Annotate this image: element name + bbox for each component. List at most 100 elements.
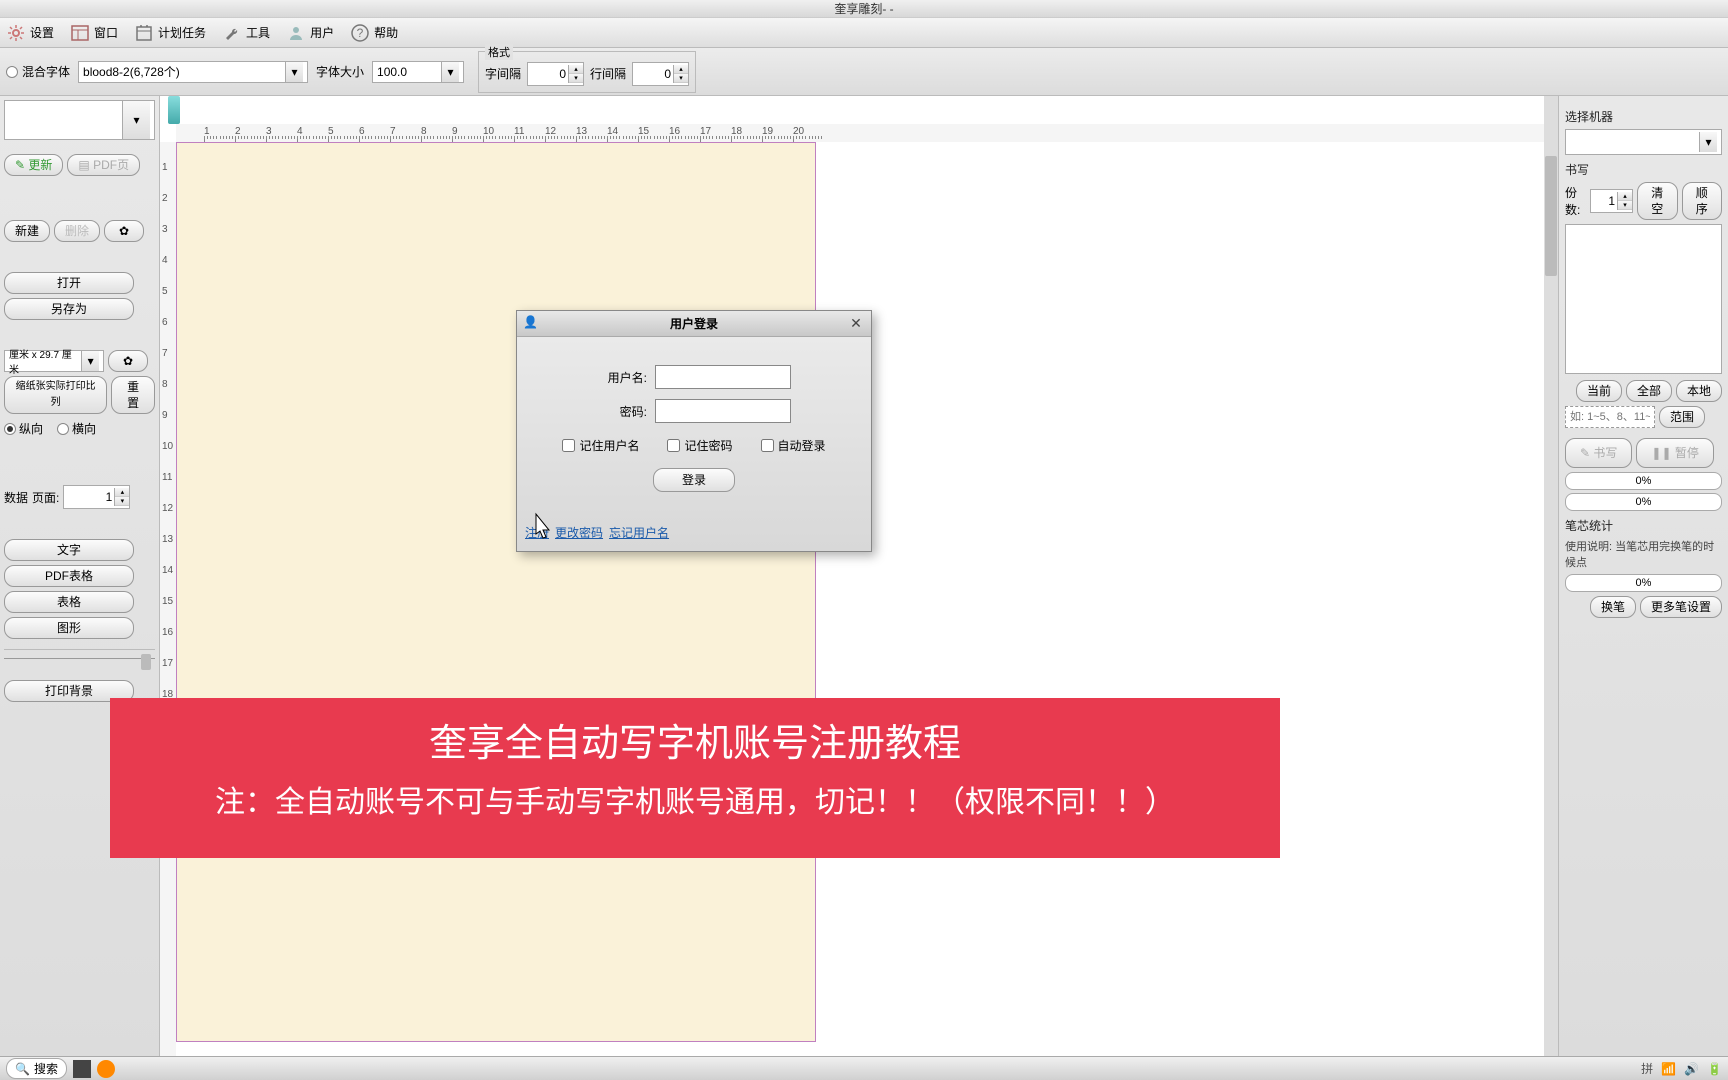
line-space-input[interactable] [633,63,673,85]
login-button[interactable]: 登录 [653,468,735,492]
taskbar-app-icon[interactable] [73,1060,91,1078]
left-top-combo[interactable]: ▾ [4,100,155,140]
open-button[interactable]: 打开 [4,272,134,294]
spin-up-icon[interactable]: ▴ [115,488,129,497]
taskbar-app-icon[interactable] [97,1060,115,1078]
writing-label: 书写 [1565,161,1722,178]
menubar: 设置 窗口 计划任务 工具 用户 ? 帮助 [0,18,1728,48]
mix-font-radio[interactable]: 混合字体 [6,63,70,80]
scrollbar-vertical[interactable] [1544,96,1558,1080]
paper-area[interactable] [176,142,816,1042]
pdf-page-button[interactable]: ▤ PDF页 [67,154,140,176]
more-pen-button[interactable]: 更多笔设置 [1640,596,1722,618]
portrait-radio[interactable]: 纵向 [4,420,43,437]
format-group: 格式 字间隔 ▴▾ 行间隔 ▴▾ [478,51,696,93]
search-label: 搜索 [34,1060,58,1077]
paper-settings-button[interactable]: ✿ [108,350,148,372]
scrollbar-thumb[interactable] [1545,156,1557,276]
menu-label: 窗口 [94,24,118,41]
spin-up-icon[interactable]: ▴ [569,65,583,74]
ime-indicator[interactable]: 拼 [1641,1060,1653,1077]
banner-title: 奎享全自动写字机账号注册教程 [120,712,1270,767]
register-link[interactable]: 注册 [525,524,549,541]
pdf-table-button[interactable]: PDF表格 [4,565,134,587]
update-button[interactable]: ✎ 更新 [4,154,63,176]
canvas[interactable]: /*populated below*/ 12345678910111213141… [160,96,1558,1080]
font-size-label: 字体大小 [316,63,364,80]
all-button[interactable]: 全部 [1626,380,1672,402]
font-combo[interactable]: blood8-2(6,728个) ▾ [78,61,308,83]
char-space-input[interactable] [528,63,568,85]
reset-button[interactable]: 重置 [111,376,155,414]
chevron-down-icon: ▾ [1699,132,1717,152]
page-input[interactable] [64,486,114,508]
copies-spinner[interactable]: ▴▾ [1590,189,1633,213]
table-button[interactable]: 表格 [4,591,134,613]
save-as-button[interactable]: 另存为 [4,298,134,320]
taskbar: 🔍 搜索 拼 📶 🔊 🔋 [0,1056,1728,1080]
close-icon[interactable]: ✕ [847,315,865,331]
battery-icon[interactable]: 🔋 [1707,1062,1722,1076]
help-icon: ? [350,23,370,43]
write-button[interactable]: ✎ 书写 [1565,438,1632,468]
spin-down-icon[interactable]: ▾ [115,497,129,506]
delete-button[interactable]: 删除 [54,220,100,242]
pen-icon [168,96,180,124]
shape-button[interactable]: 图形 [4,617,134,639]
menu-tasks[interactable]: 计划任务 [132,23,208,43]
auto-login-checkbox[interactable]: 自动登录 [761,437,826,454]
volume-icon[interactable]: 🔊 [1684,1062,1699,1076]
spin-down-icon[interactable]: ▾ [674,74,688,83]
remember-user-checkbox[interactable]: 记住用户名 [562,437,639,454]
menu-tools[interactable]: 工具 [220,23,272,43]
range-button[interactable]: 范围 [1659,406,1705,428]
usage-note: 使用说明: 当笔芯用完换笔的时候点 [1565,538,1722,570]
paper-size-combo[interactable]: 厘米 x 29.7 厘米 ▾ [4,350,104,372]
job-list[interactable] [1565,224,1722,374]
landscape-radio[interactable]: 横向 [57,420,96,437]
wifi-icon[interactable]: 📶 [1661,1062,1676,1076]
text-button[interactable]: 文字 [4,539,134,561]
order-button[interactable]: 顺序 [1682,182,1722,220]
scale-button[interactable]: 缩纸张实际打印比列 [4,376,107,414]
machine-combo[interactable]: ▾ [1565,129,1722,155]
range-input[interactable] [1565,406,1655,428]
menu-window[interactable]: 窗口 [68,23,120,43]
svg-text:?: ? [357,26,364,40]
username-input[interactable] [655,365,791,389]
current-button[interactable]: 当前 [1576,380,1622,402]
spin-up-icon[interactable]: ▴ [1618,192,1632,201]
spin-down-icon[interactable]: ▾ [1618,201,1632,210]
remember-pwd-checkbox[interactable]: 记住密码 [667,437,732,454]
password-input[interactable] [655,399,791,423]
menu-settings[interactable]: 设置 [4,23,56,43]
menu-label: 计划任务 [158,24,206,41]
settings-button[interactable]: ✿ [104,220,144,242]
pause-button[interactable]: ❚❚ 暂停 [1636,438,1713,468]
char-space-spinner[interactable]: ▴▾ [527,62,584,86]
radio-icon [6,66,18,78]
spin-down-icon[interactable]: ▾ [569,74,583,83]
forgot-username-link[interactable]: 忘记用户名 [609,524,669,541]
change-password-link[interactable]: 更改密码 [555,524,603,541]
slider-thumb[interactable] [141,654,151,670]
clear-button[interactable]: 清空 [1637,182,1677,220]
new-button[interactable]: 新建 [4,220,50,242]
taskbar-search[interactable]: 🔍 搜索 [6,1058,67,1079]
spin-up-icon[interactable]: ▴ [674,65,688,74]
password-label: 密码: [597,403,647,420]
line-space-label: 行间隔 [590,65,626,82]
menu-user[interactable]: 用户 [284,23,336,43]
line-space-spinner[interactable]: ▴▾ [632,62,689,86]
page-spinner[interactable]: ▴▾ [63,485,130,509]
user-icon [286,23,306,43]
menu-help[interactable]: ? 帮助 [348,23,400,43]
local-button[interactable]: 本地 [1676,380,1722,402]
change-pen-button[interactable]: 换笔 [1590,596,1636,618]
dialog-titlebar[interactable]: 👤 用户登录 ✕ [517,311,871,337]
menu-label: 设置 [30,24,54,41]
copies-input[interactable] [1591,190,1617,212]
right-panel: 选择机器 ▾ 书写 份数: ▴▾ 清空 顺序 当前 全部 本地 范围 ✎ 书写 … [1558,96,1728,1080]
font-value: blood8-2(6,728个) [83,63,180,80]
font-size-combo[interactable]: 100.0 ▾ [372,61,464,83]
